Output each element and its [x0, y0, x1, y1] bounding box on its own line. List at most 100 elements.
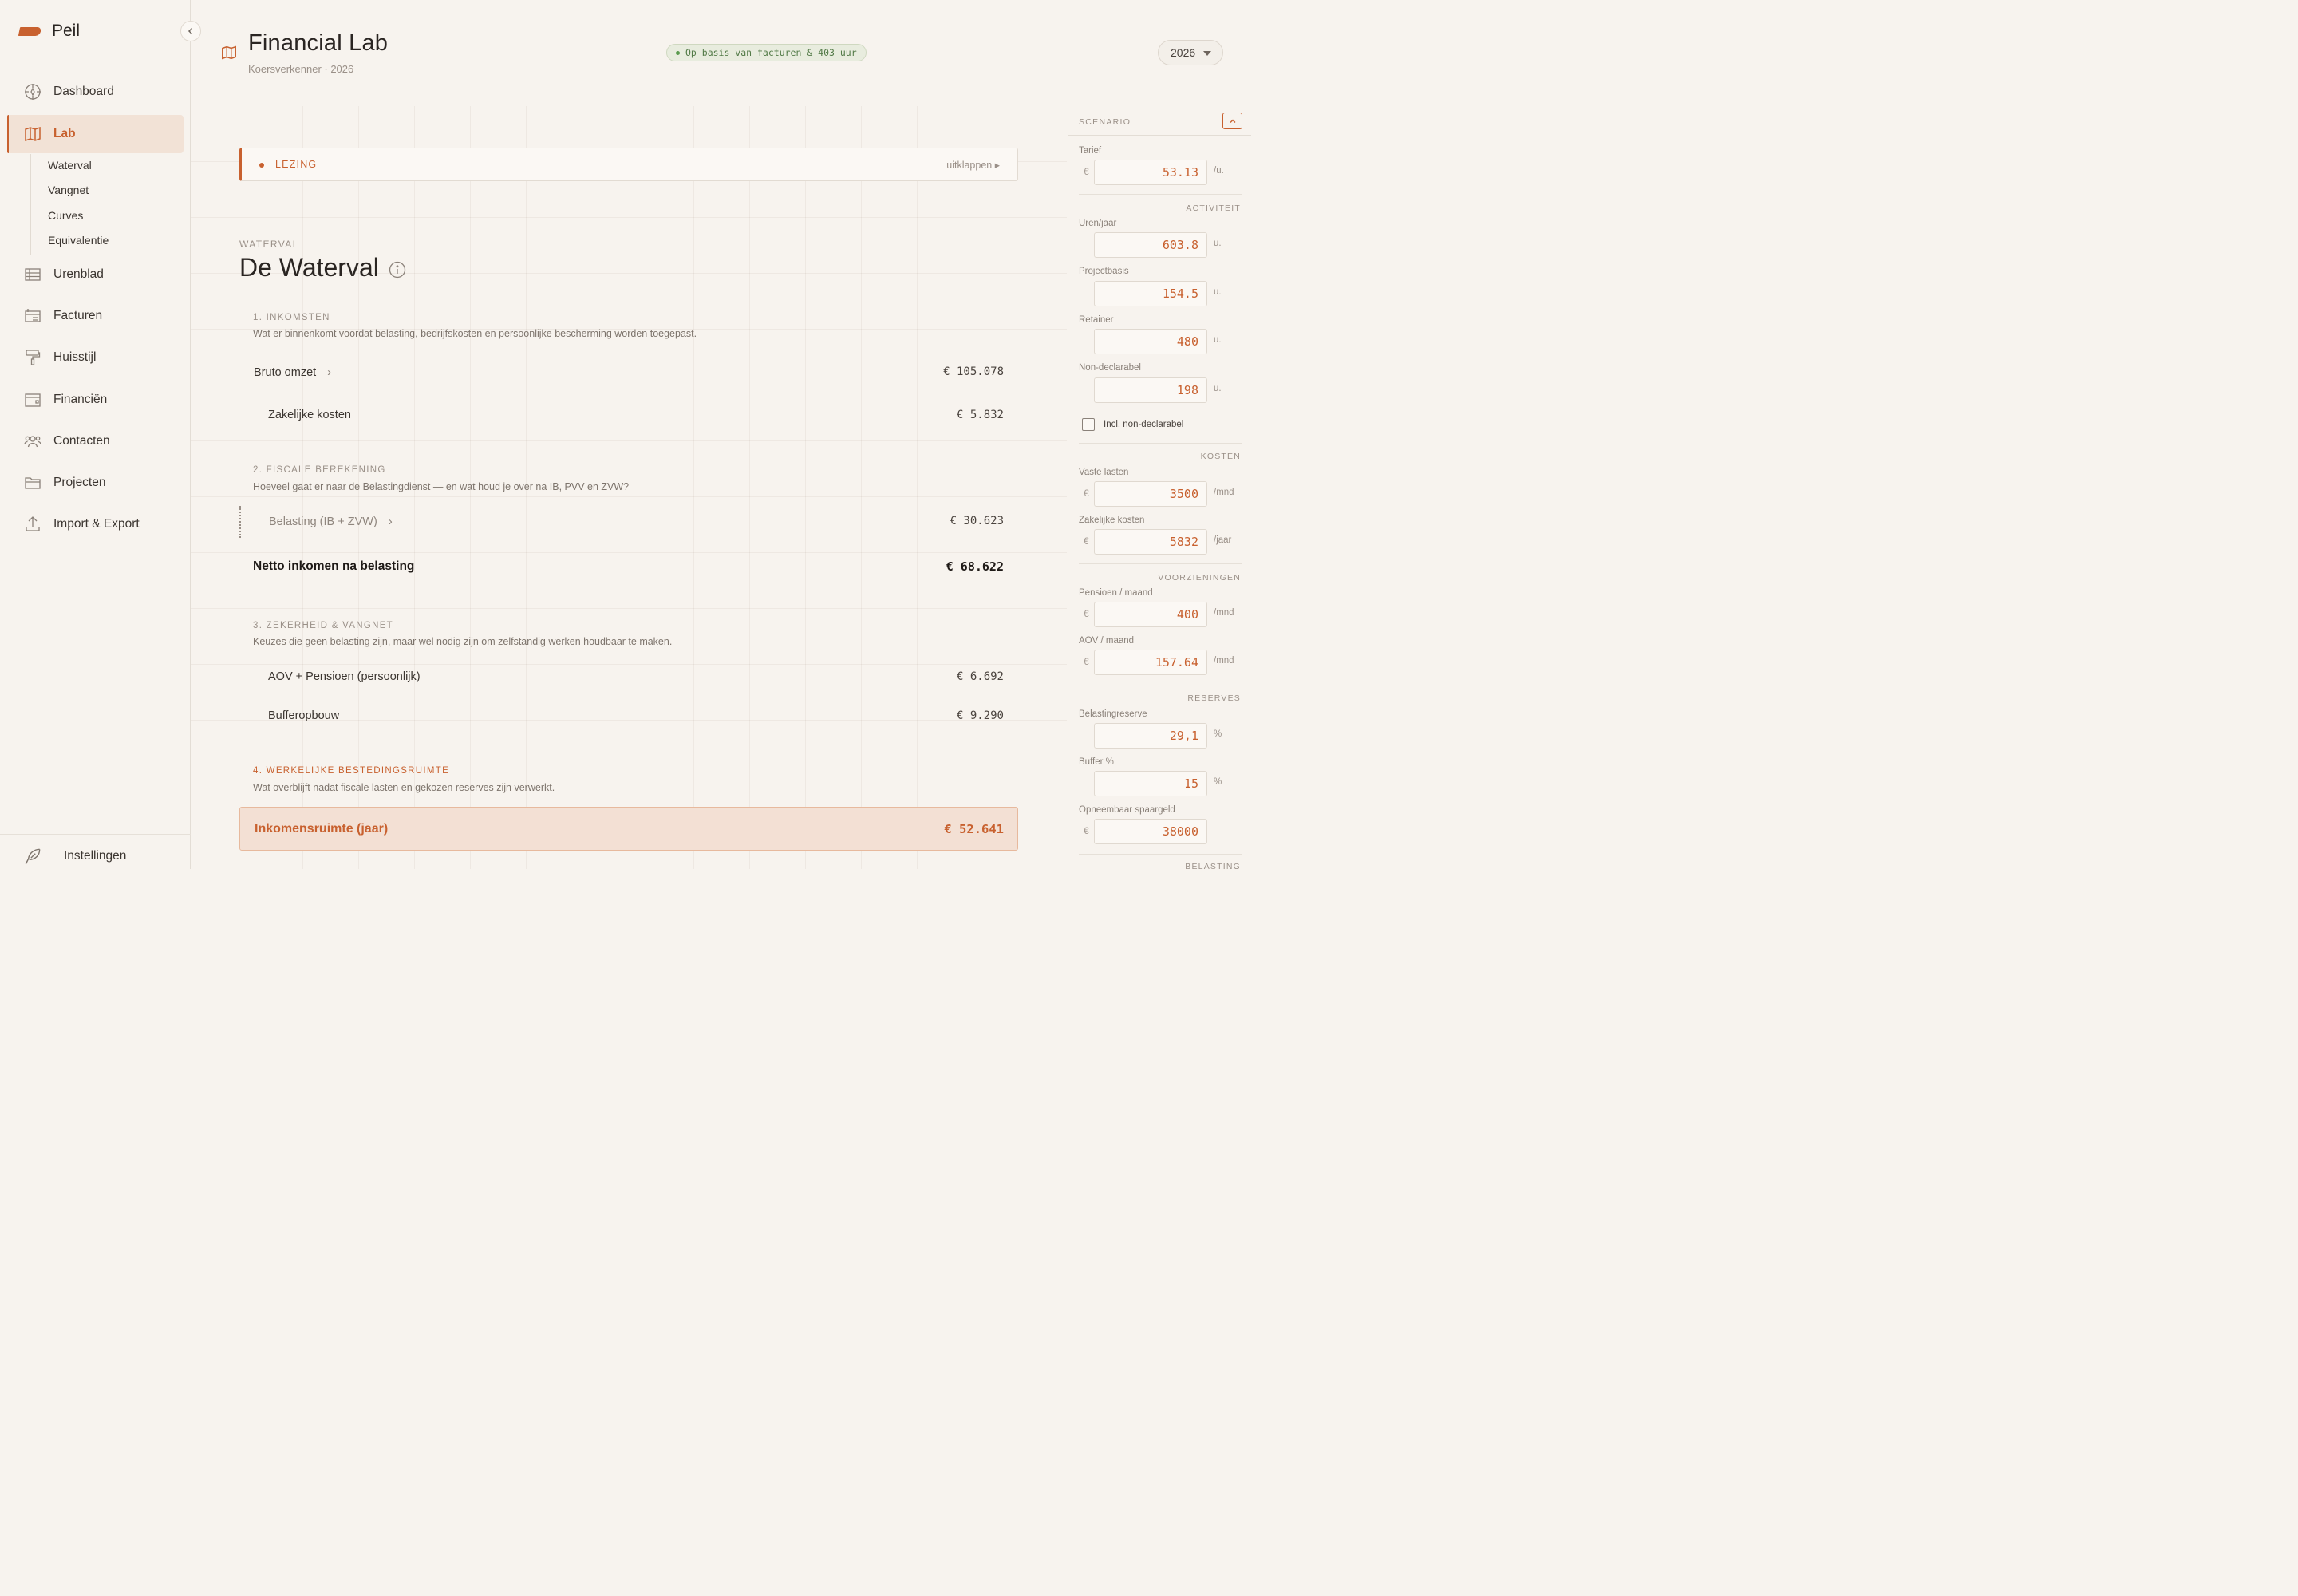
nav-label: Instellingen	[64, 849, 127, 863]
nav-item-dashboard[interactable]: Dashboard	[7, 73, 184, 111]
nav-label: Projecten	[53, 476, 106, 489]
field-label: Buffer %	[1079, 757, 1114, 767]
vaste-lasten-input[interactable]: 3500	[1094, 481, 1207, 507]
row-label: Bruto omzet ›	[254, 365, 332, 379]
belastingreserve-input[interactable]: 29,1	[1094, 723, 1207, 749]
nondeclarabel-input[interactable]: 198	[1094, 377, 1207, 403]
nav-label: Financiën	[53, 393, 108, 406]
row-zakelijke-kosten: Zakelijke kosten € 5.832	[239, 400, 1018, 432]
row-value: € 30.623	[950, 515, 1004, 527]
lezing-panel[interactable]: LEZING uitklappen ▸	[239, 148, 1018, 181]
zakelijke-kosten-input[interactable]: 5832	[1094, 529, 1207, 555]
brand[interactable]: Peil	[18, 21, 81, 41]
row-value: € 105.078	[943, 365, 1004, 378]
nav-item-projecten[interactable]: Projecten	[7, 464, 184, 502]
map-icon	[25, 126, 41, 142]
nav-item-import-export[interactable]: Import & Export	[7, 505, 184, 543]
spaargeld-field: € 38000	[1079, 819, 1246, 844]
row-label: Belasting (IB + ZVW) ›	[269, 515, 393, 528]
collapse-sidebar-button[interactable]	[180, 21, 201, 41]
waterfall-canvas: LEZING uitklappen ▸ WATERVAL De Waterval…	[192, 106, 1067, 869]
incl-nondeclarabel-checkbox[interactable]: Incl. non-declarabel	[1082, 417, 1183, 432]
subnav-item-curves[interactable]: Curves	[31, 204, 174, 229]
nav-item-urenblad[interactable]: Urenblad	[7, 255, 184, 294]
nav-item-instellingen[interactable]: Instellingen	[22, 844, 126, 868]
section-label: KOSTEN	[1200, 452, 1241, 461]
row-aov-pensioen: AOV + Pensioen (persoonlijk) € 6.692	[239, 662, 1018, 693]
nav-item-financien[interactable]: Financiën	[7, 381, 184, 419]
section-label: ACTIVITEIT	[1186, 203, 1241, 213]
collapse-panel-button[interactable]	[1222, 113, 1242, 129]
lab-subnav: Waterval Vangnet Curves Equivalentie	[30, 154, 174, 255]
field-label: AOV / maand	[1079, 636, 1135, 646]
field-label: Uren/jaar	[1079, 219, 1117, 228]
year-select[interactable]: 2026	[1158, 40, 1223, 65]
year-select-value: 2026	[1171, 46, 1196, 59]
divider	[1079, 443, 1242, 444]
unit-label: %	[1214, 729, 1222, 739]
section-label: VOORZIENINGEN	[1158, 573, 1241, 583]
brand-name: Peil	[52, 22, 81, 40]
panel-title: SCENARIO	[1079, 117, 1131, 127]
row-bruto-omzet[interactable]: Bruto omzet › € 105.078	[239, 357, 1018, 389]
subnav-item-waterval[interactable]: Waterval	[31, 154, 174, 179]
nav-label: Dashboard	[53, 85, 114, 98]
row-value: € 5.832	[956, 409, 1004, 421]
row-netto-inkomen: Netto inkomen na belasting € 68.622	[239, 551, 1018, 583]
nav-label: Contacten	[53, 434, 110, 448]
unit-label: /u.	[1214, 166, 1224, 176]
retainer-field: 480 u.	[1079, 329, 1246, 354]
row-belasting[interactable]: Belasting (IB + ZVW) › € 30.623	[239, 506, 1018, 538]
pensioen-input[interactable]: 400	[1094, 602, 1207, 627]
buffer-field: 15 %	[1079, 771, 1246, 796]
row-value: € 68.622	[946, 559, 1004, 574]
group-label: 2. FISCALE BEREKENING	[253, 465, 386, 475]
subnav-item-vangnet[interactable]: Vangnet	[31, 179, 174, 203]
invoice-icon	[25, 309, 41, 322]
currency-symbol: €	[1084, 166, 1089, 177]
currency-symbol: €	[1084, 825, 1089, 836]
row-value: € 9.290	[956, 709, 1004, 722]
field-label: Vaste lasten	[1079, 468, 1129, 477]
nav-item-huisstijl[interactable]: Huisstijl	[7, 338, 184, 377]
currency-symbol: €	[1084, 488, 1089, 499]
divider	[1068, 135, 1251, 136]
unit-label: /jaar	[1214, 535, 1232, 545]
expand-link[interactable]: uitklappen ▸	[946, 159, 1000, 171]
compass-icon	[25, 84, 41, 100]
group-label: 3. ZEKERHEID & VANGNET	[253, 621, 393, 630]
projectbasis-field: 154.5 u.	[1079, 281, 1246, 306]
lezing-label: LEZING	[275, 159, 318, 170]
uren-input[interactable]: 603.8	[1094, 232, 1207, 258]
tarief-input[interactable]: 53.13	[1094, 160, 1207, 185]
field-label: Projectbasis	[1079, 267, 1129, 276]
unit-label: u.	[1214, 239, 1222, 248]
checkbox-box[interactable]	[1082, 418, 1095, 431]
row-label: Netto inkomen na belasting	[253, 559, 415, 573]
divider	[1079, 194, 1242, 195]
subnav-item-equivalentie[interactable]: Equivalentie	[31, 229, 174, 254]
buffer-input[interactable]: 15	[1094, 771, 1207, 796]
spaargeld-input[interactable]: 38000	[1094, 819, 1207, 844]
sidebar: Peil Dashboard Lab Waterval Vangnet Curv…	[0, 0, 191, 869]
group-label: 1. INKOMSTEN	[253, 313, 330, 322]
currency-symbol: €	[1084, 535, 1089, 547]
belastingreserve-field: 29,1 %	[1079, 723, 1246, 749]
field-label: Pensioen / maand	[1079, 588, 1153, 598]
nav-item-facturen[interactable]: Facturen	[7, 297, 184, 335]
field-label: Zakelijke kosten	[1079, 516, 1145, 525]
nav-item-lab[interactable]: Lab	[7, 115, 184, 153]
unit-label: u.	[1214, 287, 1222, 297]
pensioen-field: € 400 /mnd	[1079, 602, 1246, 627]
nav-item-contacten[interactable]: Contacten	[7, 422, 184, 460]
projectbasis-input[interactable]: 154.5	[1094, 281, 1207, 306]
field-label: Tarief	[1079, 146, 1102, 156]
map-icon	[222, 45, 236, 60]
info-icon[interactable]	[389, 261, 406, 279]
aov-input[interactable]: 157.64	[1094, 650, 1207, 675]
retainer-input[interactable]: 480	[1094, 329, 1207, 354]
checkbox-label: Incl. non-declarabel	[1104, 420, 1184, 429]
unit-label: /mnd	[1214, 488, 1234, 497]
row-label: Zakelijke kosten	[268, 409, 351, 421]
chevron-right-icon: ›	[327, 365, 332, 379]
